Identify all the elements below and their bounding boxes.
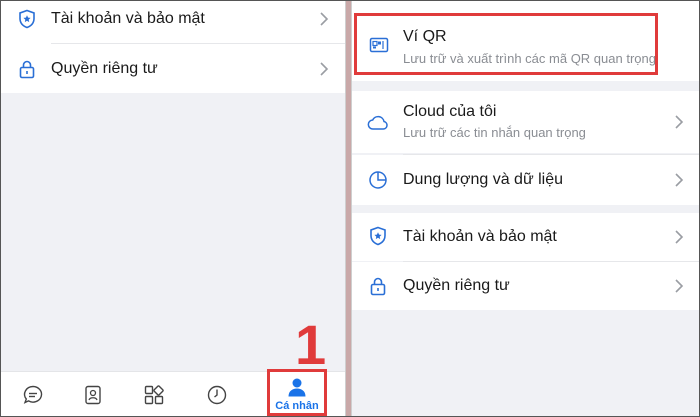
chevron-right-icon [675, 173, 684, 187]
chevron-right-icon [675, 115, 684, 129]
menu-item-storage-data[interactable]: Dung lượng và dữ liệu [352, 155, 699, 205]
nav-profile-label: Cá nhân [275, 400, 319, 412]
lock-icon [370, 277, 386, 296]
nav-timeline[interactable] [197, 372, 237, 416]
chevron-right-icon [675, 279, 684, 293]
menu-item-account-security[interactable]: Tài khoản và bảo mật [352, 213, 699, 261]
timeline-clock-icon [207, 385, 227, 404]
menu-item-label: Cloud của tôi [403, 103, 497, 120]
pie-chart-icon [369, 171, 387, 189]
menu-item-description: Lưu trữ các tin nhắn quan trọng [403, 125, 586, 140]
menu-item-label: Tài khoản và bảo mật [403, 228, 557, 245]
chevron-right-icon [320, 12, 329, 26]
lock-icon [19, 60, 35, 79]
discover-grid-icon [144, 384, 164, 404]
menu-item-label: Dung lượng và dữ liệu [403, 171, 563, 188]
menu-item-privacy[interactable]: Quyền riêng tư [352, 262, 699, 310]
chevron-right-icon [320, 62, 329, 76]
right-panel: Ví QR Lưu trữ và xuất trình các mã QR qu… [352, 1, 699, 416]
menu-item-label: Quyền riêng tư [403, 277, 510, 294]
chat-icon [23, 385, 43, 404]
settings-item-label: Quyền riêng tư [51, 60, 158, 77]
step-number-1: 1 [295, 313, 327, 376]
person-icon [288, 378, 306, 397]
nav-messages[interactable] [13, 372, 53, 416]
settings-item-account-security[interactable]: Tài khoản và bảo mật [1, 1, 345, 39]
divider [51, 43, 345, 44]
settings-item-label: Tài khoản và bảo mật [51, 10, 205, 27]
settings-item-privacy[interactable]: Quyền riêng tư [1, 49, 345, 89]
shield-icon [19, 9, 35, 29]
shield-icon [370, 226, 386, 246]
nav-contacts[interactable] [73, 372, 113, 416]
screenshot-frame: Tài khoản và bảo mật Quyền riêng tư 1 Cá… [0, 0, 700, 417]
cloud-icon [367, 115, 388, 130]
nav-discover[interactable] [134, 372, 174, 416]
contacts-icon [85, 385, 101, 404]
left-panel: Tài khoản và bảo mật Quyền riêng tư 1 Cá… [1, 1, 345, 416]
panel-separator [346, 1, 351, 416]
chevron-right-icon [675, 230, 684, 244]
nav-profile[interactable]: Cá nhân [267, 369, 327, 416]
qr-wallet-highlight [354, 13, 658, 75]
menu-item-my-cloud[interactable]: Cloud của tôi Lưu trữ các tin nhắn quan … [352, 91, 699, 153]
